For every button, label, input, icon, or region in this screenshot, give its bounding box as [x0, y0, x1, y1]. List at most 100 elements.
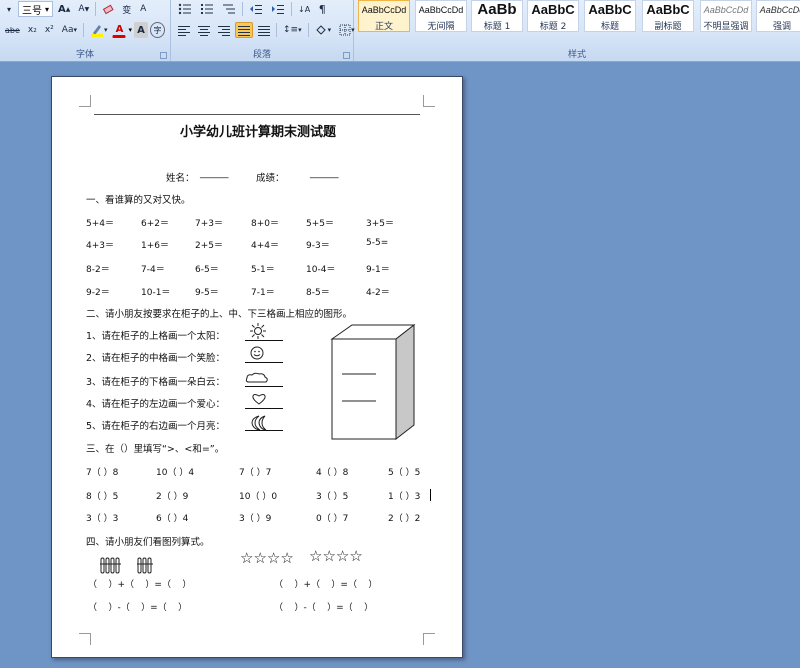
score-label: 成绩： — [256, 173, 285, 184]
superscript-label: x² — [44, 25, 54, 35]
enclose-char-button[interactable]: 字 — [150, 22, 165, 38]
multilevel-list-icon — [223, 4, 235, 14]
subscript-button[interactable]: x₂ — [25, 22, 40, 38]
distribute-icon — [258, 25, 270, 36]
arithmetic-problem: 5-1＝ — [251, 265, 275, 275]
align-left-button[interactable] — [175, 22, 193, 38]
shading-button[interactable]: ▾ — [312, 22, 335, 38]
paint-bucket-icon — [315, 25, 327, 36]
eraser-icon — [103, 4, 114, 15]
separator — [95, 2, 97, 16]
multilevel-list-button[interactable] — [219, 1, 239, 17]
paragraph-dialog-launcher[interactable] — [343, 52, 350, 59]
align-center-button[interactable] — [195, 22, 213, 38]
align-right-button[interactable] — [215, 22, 233, 38]
font-color-dropdown[interactable]: ▾ — [128, 26, 132, 34]
decrease-indent-button[interactable] — [246, 1, 266, 17]
style-card[interactable]: AaBbC 标题 — [584, 0, 636, 32]
sort-button[interactable]: ↓A — [295, 1, 313, 17]
font-color-button[interactable]: A — [112, 22, 127, 38]
stars-left: ☆☆☆☆ — [240, 549, 294, 567]
style-sample: AaBbC — [588, 2, 632, 17]
style-sample: AaBbCcDd — [703, 5, 749, 15]
highlighter-icon — [90, 25, 103, 37]
comparison-problem: 2（ ）2 — [388, 514, 421, 524]
comparison-problem: 7（ ）8 — [86, 468, 119, 478]
equation-blank: （ ）-（ ）=（ ） — [88, 603, 188, 613]
document-title: 小学幼儿班计算期末测试题 — [179, 125, 336, 140]
style-card[interactable]: AaBbC 副标题 — [642, 0, 694, 32]
show-marks-button[interactable]: ¶ — [315, 1, 329, 17]
comparison-problem: 5（ ）5 — [388, 468, 421, 478]
char-border-button[interactable]: A — [136, 1, 150, 17]
shrink-font-button[interactable]: A ▼ — [75, 1, 92, 17]
crop-mark — [423, 95, 435, 107]
style-sample: AaBb — [477, 1, 517, 18]
section-3-heading: 三、在（）里填写“>、<和=”。 — [86, 444, 225, 455]
header-rule — [94, 114, 420, 115]
arithmetic-problem: 8+0＝ — [251, 219, 279, 229]
section-1-heading: 一、看谁算的又对又快。 — [86, 195, 191, 206]
clear-format-button[interactable] — [99, 1, 117, 17]
style-card[interactable]: AaBbC 标题 2 — [527, 0, 579, 32]
style-card[interactable]: AaBbCcDd 不明显强调 — [700, 0, 752, 32]
char-shading-button[interactable]: A — [134, 22, 148, 38]
change-case-button[interactable]: Aa ▾ — [59, 22, 80, 38]
sticks-icon — [100, 557, 153, 574]
strikethrough-label: abe — [5, 25, 20, 35]
font-name-dropdown-arrow[interactable]: ▾ — [2, 1, 16, 17]
font-group-label: 字体 — [75, 50, 94, 60]
grow-font-button[interactable]: A ▲ — [55, 1, 73, 17]
comparison-problem: 8（ ）5 — [86, 492, 119, 502]
font-color-icon: A — [115, 23, 124, 35]
heart-icon — [252, 394, 266, 405]
style-card[interactable]: AaBbCcDd 强调 — [756, 0, 800, 32]
arithmetic-problem: 7-4＝ — [141, 265, 165, 275]
comparison-problem: 3（ ）5 — [316, 492, 349, 502]
bullets-button[interactable] — [175, 1, 195, 17]
crop-mark — [79, 95, 91, 107]
align-right-icon — [218, 25, 230, 36]
comparison-problem: 4（ ）8 — [316, 468, 349, 478]
arithmetic-problem: 4+4＝ — [251, 241, 279, 251]
line-spacing-button[interactable]: ↕≡ ▾ — [280, 22, 305, 38]
text-cursor — [430, 489, 431, 501]
superscript-button[interactable]: x² — [42, 22, 57, 38]
answer-underline — [245, 408, 283, 409]
paragraph-group-label: 段落 — [252, 50, 271, 60]
distribute-button[interactable] — [255, 22, 273, 38]
numbering-button[interactable] — [197, 1, 217, 17]
arithmetic-problem: 5-5= — [366, 238, 389, 248]
style-card[interactable]: AaBbCcDd 无间隔 — [415, 0, 467, 32]
numbered-list-icon — [201, 4, 213, 14]
font-size-combo[interactable]: 三号 ▾ — [18, 1, 54, 17]
answer-underline — [245, 340, 283, 341]
arithmetic-problem: 9-2＝ — [86, 288, 110, 298]
justify-button[interactable] — [235, 22, 253, 38]
phonetic-guide-button[interactable]: 变 — [119, 1, 134, 17]
arithmetic-problem: 7-1＝ — [251, 288, 275, 298]
section-2-heading: 二、请小朋友按要求在柜子的上、中、下三格画上相应的图形。 — [86, 309, 353, 320]
bullet-list-icon — [178, 3, 191, 15]
style-name: 不明显强调 — [703, 22, 749, 32]
comparison-problem: 3（ ）3 — [86, 514, 119, 524]
style-card[interactable]: AaBb 标题 1 — [471, 0, 523, 32]
arithmetic-problem: 4-2＝ — [366, 288, 390, 298]
drawing-instruction: 1、请在柜子的上格画一个太阳： — [86, 331, 226, 342]
name-blank: ______ — [200, 168, 229, 179]
increase-indent-button[interactable] — [268, 1, 288, 17]
font-size-value: 三号 — [22, 5, 42, 17]
comparison-problem: 10（ ）4 — [156, 468, 195, 478]
style-card[interactable]: AaBbCcDd 正文 — [358, 0, 410, 32]
styles-group-label: 样式 — [567, 50, 586, 60]
cloud-icon — [245, 372, 268, 383]
equation-blank: （ ）+（ ）=（ ） — [88, 580, 192, 590]
style-sample: AaBbCcDd — [361, 5, 407, 15]
score-blank: ______ — [310, 168, 339, 179]
style-sample: AaBbCcDd — [759, 5, 800, 15]
strikethrough-button[interactable]: abe — [2, 22, 23, 38]
font-dialog-launcher[interactable] — [160, 52, 167, 59]
comparison-problem: 2（ ）9 — [156, 492, 189, 502]
highlight-button[interactable]: ▾ — [87, 22, 111, 38]
document-page[interactable]: 小学幼儿班计算期末测试题 姓名： ______ 成绩： ______ 一、看谁算… — [51, 76, 463, 658]
